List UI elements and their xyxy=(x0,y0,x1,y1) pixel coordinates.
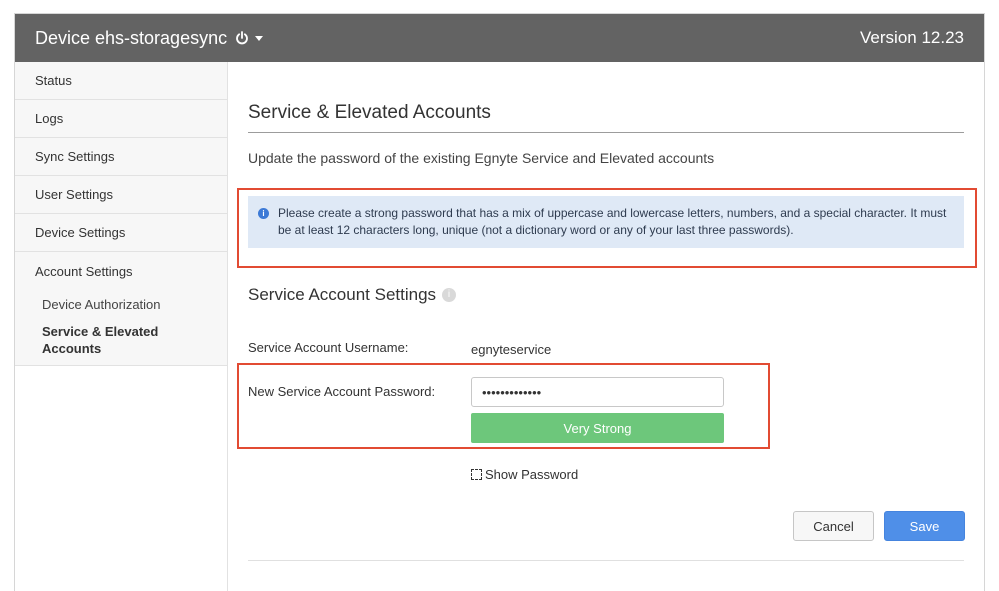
info-icon: i xyxy=(258,208,269,219)
show-password-toggle[interactable]: Show Password xyxy=(471,467,578,482)
chevron-down-icon xyxy=(255,35,264,41)
show-password-label: Show Password xyxy=(485,467,579,482)
password-label: New Service Account Password: xyxy=(248,384,436,399)
page-title: Service & Elevated Accounts xyxy=(248,102,491,123)
password-info-box: i Please create a strong password that h… xyxy=(248,196,964,248)
power-icon xyxy=(236,31,248,45)
page-subtitle: Update the password of the existing Egny… xyxy=(248,150,715,166)
sidebar-item-label: Logs xyxy=(35,111,64,126)
version-label: Version 12.23 xyxy=(860,28,964,47)
sidebar-item-account-settings[interactable]: Account Settings xyxy=(15,252,227,290)
bottom-divider xyxy=(248,560,964,561)
sidebar-subitem-device-authorization[interactable]: Device Authorization xyxy=(15,296,227,313)
section-title: Service Account Settings i xyxy=(248,285,457,305)
sidebar: Status Logs Sync Settings User Settings … xyxy=(15,62,228,591)
top-bar: Device ehs-storagesync Version 12.23 xyxy=(15,14,984,62)
sidebar-item-label: Device Settings xyxy=(35,225,126,240)
save-button[interactable]: Save xyxy=(884,511,965,541)
sidebar-group-account-settings: Account Settings Device Authorization Se… xyxy=(15,252,227,366)
sidebar-item-label: User Settings xyxy=(35,187,114,202)
username-label: Service Account Username: xyxy=(248,340,409,355)
sidebar-item-label: Sync Settings xyxy=(35,149,115,164)
sidebar-item-label: Account Settings xyxy=(35,263,133,279)
sidebar-item-sync-settings[interactable]: Sync Settings xyxy=(15,138,227,176)
password-input[interactable] xyxy=(471,377,724,407)
sidebar-item-user-settings[interactable]: User Settings xyxy=(15,176,227,214)
sidebar-item-device-settings[interactable]: Device Settings xyxy=(15,214,227,252)
help-icon[interactable]: i xyxy=(442,288,457,302)
sidebar-item-logs[interactable]: Logs xyxy=(15,100,227,138)
device-menu[interactable]: Device ehs-storagesync xyxy=(35,27,264,49)
sidebar-subitem-service-elevated-accounts[interactable]: Service & Elevated Accounts xyxy=(15,323,227,357)
info-text: Please create a strong password that has… xyxy=(278,206,947,237)
show-password-checkbox[interactable] xyxy=(471,469,482,480)
password-strength-meter: Very Strong xyxy=(471,413,724,443)
sidebar-item-label: Status xyxy=(35,73,72,88)
section-title-text: Service Account Settings xyxy=(248,285,437,304)
sidebar-item-status[interactable]: Status xyxy=(15,62,227,100)
app-window: Device ehs-storagesync Version 12.23 Sta… xyxy=(14,13,985,591)
title-divider xyxy=(248,132,964,133)
device-title: Device ehs-storagesync xyxy=(35,27,228,48)
username-value: egnyteservice xyxy=(471,342,552,357)
cancel-button[interactable]: Cancel xyxy=(793,511,874,541)
